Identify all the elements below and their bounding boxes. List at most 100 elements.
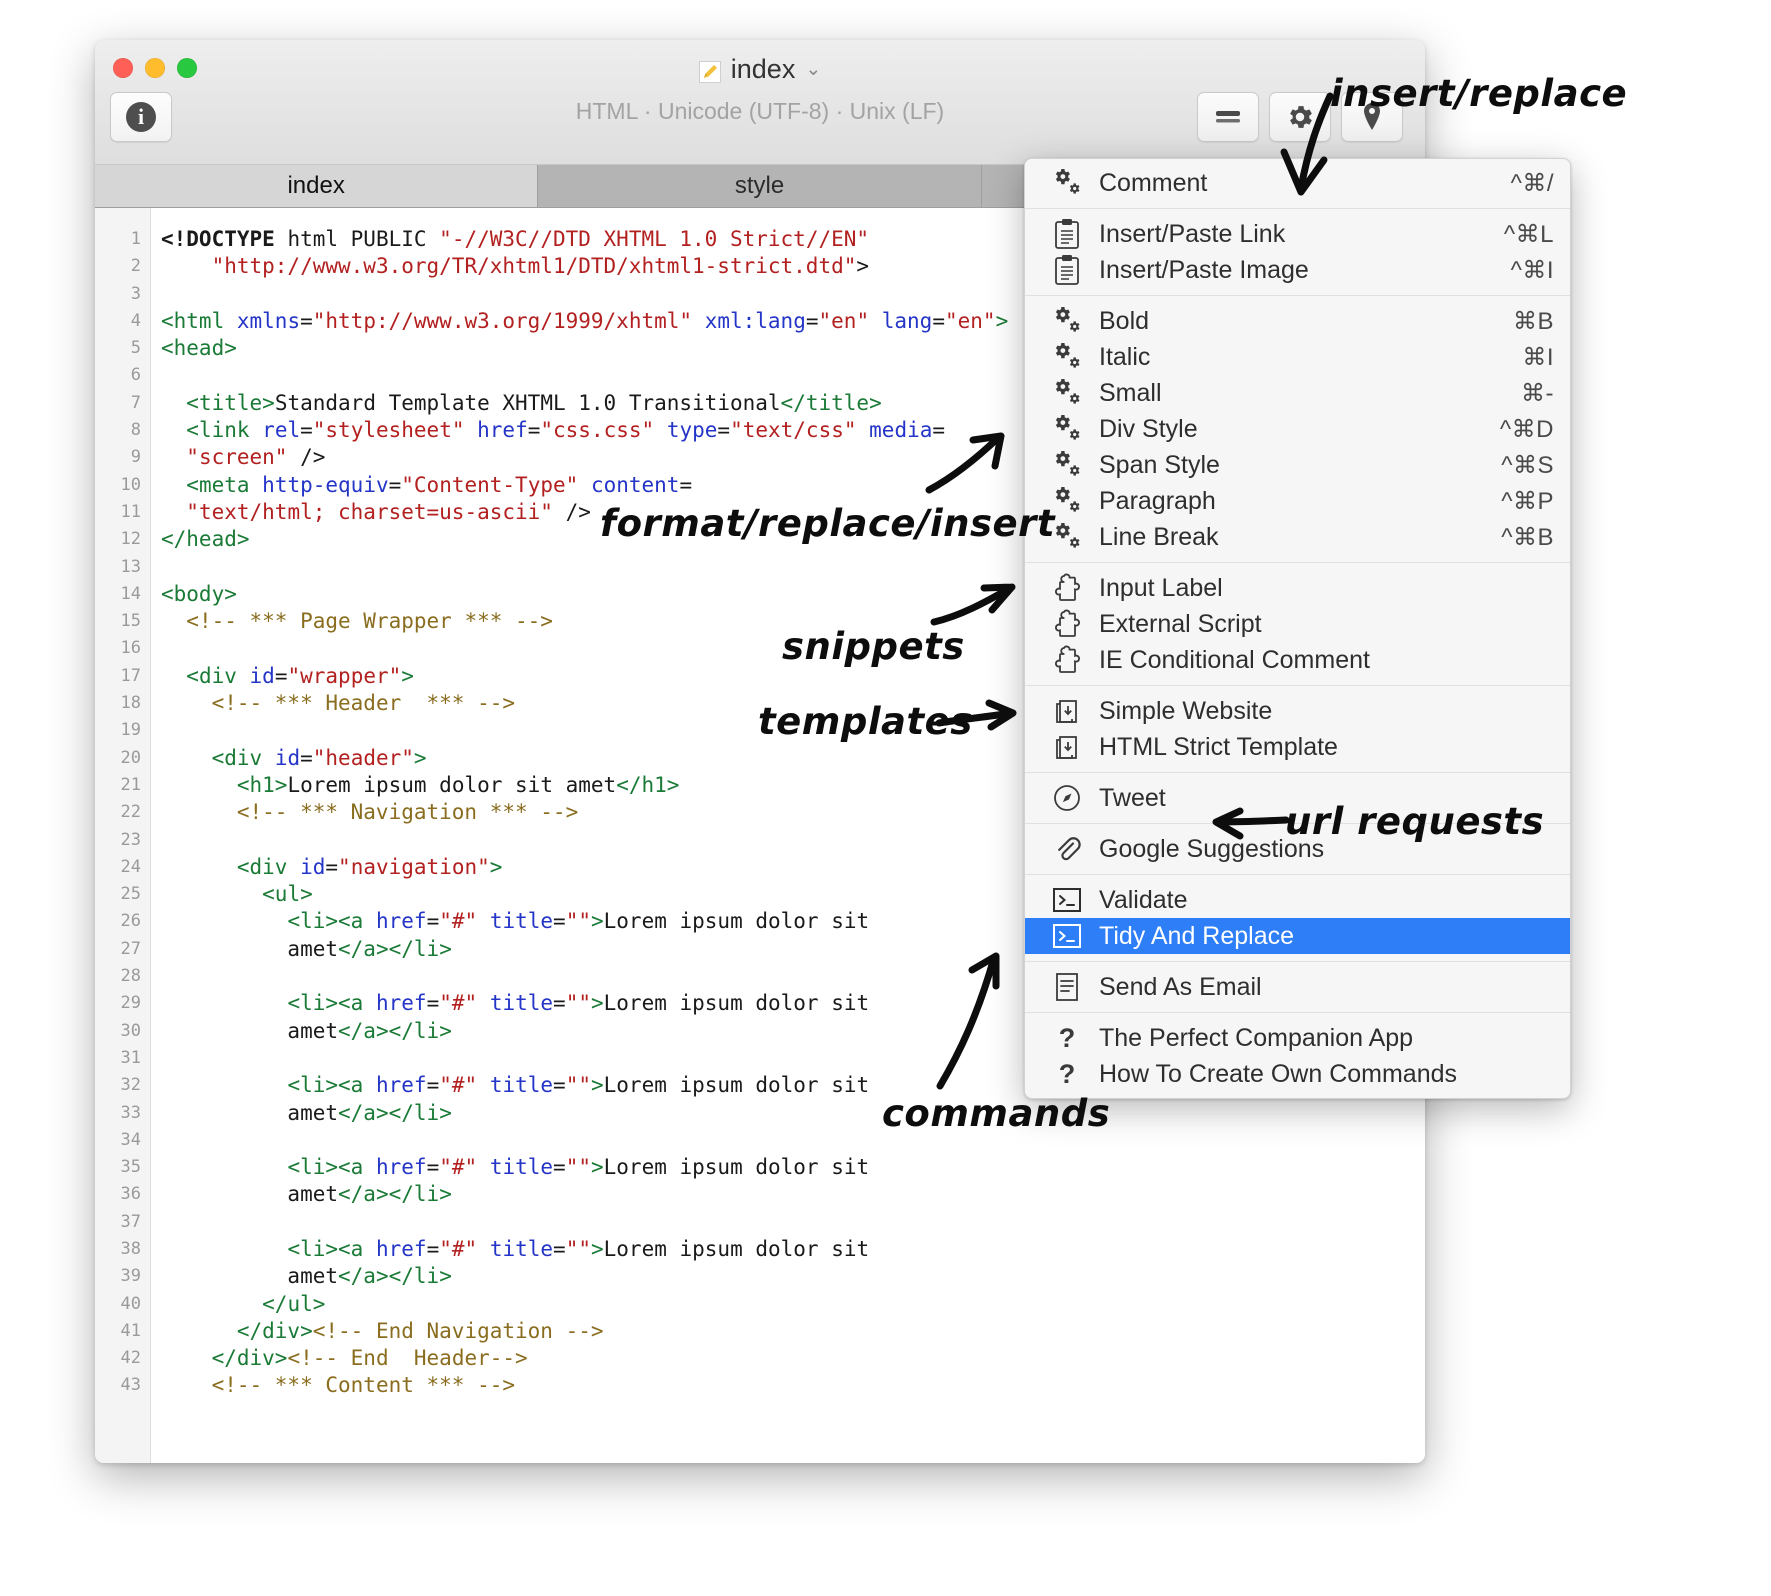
tab-index[interactable]: index bbox=[95, 165, 539, 207]
list-icon bbox=[1214, 107, 1242, 127]
menu-item-label: Small bbox=[1099, 378, 1162, 407]
document-title-text[interactable]: index bbox=[731, 54, 796, 85]
compass-icon bbox=[1045, 783, 1089, 813]
line-number: 11 bbox=[120, 501, 141, 522]
menu-item-label: Div Style bbox=[1099, 414, 1198, 443]
menu-item-the-perfect-companion-app[interactable]: ? The Perfect Companion App bbox=[1025, 1020, 1570, 1056]
menu-item-shortcut: ^⌘L bbox=[1503, 220, 1554, 248]
line-number: 26 bbox=[120, 911, 141, 932]
line-number: 7 bbox=[130, 392, 141, 413]
line-number: 43 bbox=[120, 1375, 141, 1396]
line-number: 29 bbox=[120, 993, 141, 1014]
window-titlebar: i index ⌄ HTML · Unicode (UTF-8) · Unix … bbox=[95, 40, 1425, 165]
menu-separator bbox=[1025, 961, 1570, 962]
list-view-button[interactable] bbox=[1197, 92, 1259, 142]
gears-icon bbox=[1045, 169, 1089, 197]
question-mark-icon: ? bbox=[1058, 1022, 1076, 1053]
menu-item-shortcut: ⌘- bbox=[1521, 379, 1554, 407]
gears-icon bbox=[1045, 307, 1089, 335]
line-number: 38 bbox=[120, 1238, 141, 1259]
line-number: 39 bbox=[120, 1266, 141, 1287]
line-number: 35 bbox=[120, 1157, 141, 1178]
commands-dropdown-menu[interactable]: Comment ^⌘/Insert/Paste Link ^⌘L Insert/Pas… bbox=[1024, 158, 1571, 1099]
menu-item-label: HTML Strict Template bbox=[1099, 732, 1338, 761]
menu-item-simple-website[interactable]: Simple Website bbox=[1025, 693, 1570, 729]
menu-item-validate[interactable]: Validate bbox=[1025, 882, 1570, 918]
line-number: 14 bbox=[120, 583, 141, 604]
document-title: index ⌄ bbox=[95, 54, 1425, 85]
line-number: 16 bbox=[120, 638, 141, 659]
menu-item-shortcut: ^⌘P bbox=[1501, 487, 1554, 515]
tab-label: index bbox=[287, 172, 345, 199]
chevron-down-icon[interactable]: ⌄ bbox=[805, 58, 821, 81]
line-number: 36 bbox=[120, 1184, 141, 1205]
menu-item-send-as-email[interactable]: Send As Email bbox=[1025, 969, 1570, 1005]
menu-item-external-script[interactable]: External Script bbox=[1025, 606, 1570, 642]
menu-item-label: Bold bbox=[1099, 306, 1150, 335]
line-number: 12 bbox=[120, 529, 141, 550]
menu-item-label: Insert/Paste Image bbox=[1099, 255, 1309, 284]
line-number: 40 bbox=[120, 1293, 141, 1314]
line-number: 3 bbox=[130, 283, 141, 304]
tab-style[interactable]: style bbox=[538, 165, 982, 207]
code-line: amet</a></li> bbox=[161, 1100, 452, 1125]
menu-item-insert-paste-image[interactable]: Insert/Paste Image ^⌘I bbox=[1025, 252, 1570, 288]
puzzle-icon bbox=[1045, 573, 1089, 603]
line-number: 25 bbox=[120, 884, 141, 905]
line-number: 19 bbox=[120, 720, 141, 741]
line-number: 2 bbox=[130, 256, 141, 277]
line-number: 18 bbox=[120, 693, 141, 714]
menu-item-span-style[interactable]: Span Style ^⌘S bbox=[1025, 447, 1570, 483]
line-number: 37 bbox=[120, 1211, 141, 1232]
gears-icon bbox=[1045, 379, 1089, 407]
line-number: 22 bbox=[120, 802, 141, 823]
menu-item-html-strict-template[interactable]: HTML Strict Template bbox=[1025, 729, 1570, 765]
menu-item-shortcut: ⌘B bbox=[1512, 307, 1554, 335]
pencil-icon bbox=[698, 59, 721, 83]
terminal-icon bbox=[1045, 887, 1089, 913]
menu-item-paragraph[interactable]: Paragraph ^⌘P bbox=[1025, 483, 1570, 519]
menu-item-label: Send As Email bbox=[1099, 972, 1262, 1001]
gears-icon bbox=[1045, 451, 1089, 479]
menu-item-div-style[interactable]: Div Style ^⌘D bbox=[1025, 411, 1570, 447]
menu-separator bbox=[1025, 874, 1570, 875]
line-number: 9 bbox=[130, 447, 141, 468]
menu-item-insert-paste-link[interactable]: Insert/Paste Link ^⌘L bbox=[1025, 216, 1570, 252]
arrow-snippets bbox=[930, 583, 1016, 626]
menu-item-small[interactable]: Small ⌘- bbox=[1025, 375, 1570, 411]
menu-item-label: How To Create Own Commands bbox=[1099, 1059, 1458, 1088]
line-number: 1 bbox=[130, 229, 141, 249]
line-number: 33 bbox=[120, 1102, 141, 1123]
menu-item-shortcut: ^⌘I bbox=[1510, 256, 1554, 284]
question-mark-icon: ? bbox=[1058, 1058, 1076, 1089]
menu-item-how-to-create-own-commands[interactable]: ? How To Create Own Commands bbox=[1025, 1056, 1570, 1092]
menu-item-input-label[interactable]: Input Label bbox=[1025, 570, 1570, 606]
menu-item-ie-conditional-comment[interactable]: IE Conditional Comment bbox=[1025, 642, 1570, 678]
code-line: amet</a></li> bbox=[161, 1182, 452, 1207]
menu-separator bbox=[1025, 1012, 1570, 1013]
menu-item-label: Tidy And Replace bbox=[1099, 921, 1295, 950]
line-number: 24 bbox=[120, 856, 141, 877]
puzzle-icon bbox=[1045, 609, 1089, 639]
menu-item-tidy-and-replace[interactable]: Tidy And Replace bbox=[1025, 918, 1570, 954]
line-number: 4 bbox=[130, 310, 141, 331]
gears-icon bbox=[1045, 343, 1089, 371]
line-number: 6 bbox=[130, 365, 141, 386]
menu-item-line-break[interactable]: Line Break ^⌘B bbox=[1025, 519, 1570, 555]
menu-separator bbox=[1025, 562, 1570, 563]
line-number: 21 bbox=[120, 774, 141, 795]
arrow-insert-replace bbox=[1280, 92, 1334, 196]
menu-item-italic[interactable]: Italic ⌘I bbox=[1025, 339, 1570, 375]
puzzle-icon bbox=[1045, 645, 1089, 675]
menu-item-shortcut: ^⌘/ bbox=[1510, 169, 1554, 197]
menu-item-label: Input Label bbox=[1099, 573, 1223, 602]
menu-item-bold[interactable]: Bold ⌘B bbox=[1025, 303, 1570, 339]
terminal-icon bbox=[1045, 923, 1089, 949]
arrow-templates bbox=[935, 699, 1017, 731]
document-lines-icon bbox=[1045, 972, 1089, 1002]
code-line: </div><!-- End Navigation --> bbox=[236, 1318, 604, 1343]
line-number: 20 bbox=[120, 747, 141, 768]
line-number: 32 bbox=[120, 1075, 141, 1096]
